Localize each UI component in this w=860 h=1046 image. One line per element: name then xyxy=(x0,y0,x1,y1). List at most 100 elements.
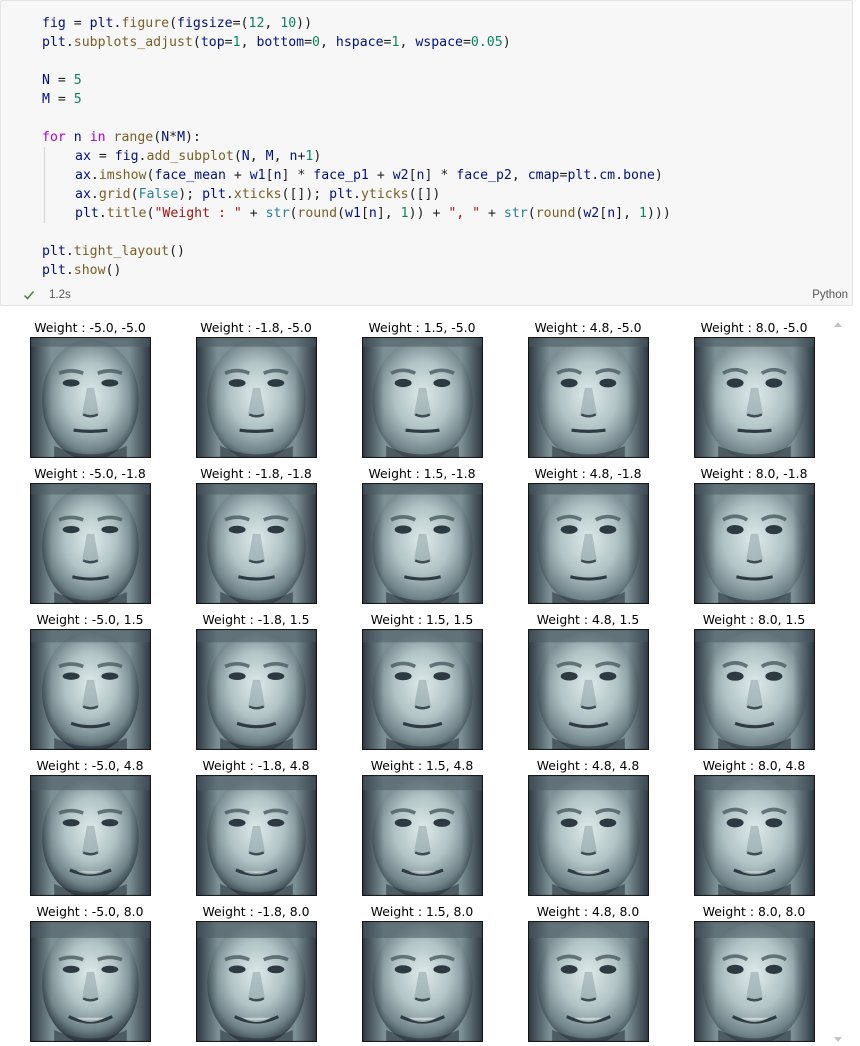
indent-guide xyxy=(44,185,75,204)
code-token: yticks xyxy=(360,187,409,202)
subplot-title: Weight : -5.0, -1.8 xyxy=(34,466,146,481)
face-image xyxy=(196,775,317,896)
code-token: plt xyxy=(75,206,99,221)
subplot-title: Weight : 4.8, -1.8 xyxy=(534,466,642,481)
face-image xyxy=(694,629,815,750)
face-subplot: Weight : -1.8, -5.0 xyxy=(196,307,356,458)
face-subplot: Weight : -5.0, 4.8 xyxy=(30,745,190,896)
indent-guide xyxy=(44,166,75,185)
code-token: grid xyxy=(98,187,131,202)
face-subplot: Weight : 4.8, 1.5 xyxy=(528,599,688,750)
code-token: = xyxy=(90,149,115,164)
code-token: ( xyxy=(169,16,178,31)
code-token: , xyxy=(240,35,257,50)
check-icon xyxy=(23,291,35,300)
code-line: ax.imshow(face_mean + w1[n] * face_p1 + … xyxy=(42,166,671,185)
subplot-title: Weight : -5.0, 8.0 xyxy=(36,904,144,919)
code-token: ) xyxy=(502,35,511,50)
subplot-title: Weight : 1.5, 8.0 xyxy=(370,904,474,919)
code-token: . xyxy=(615,168,624,183)
code-line: plt.subplots_adjust(top=1, bottom=0, hsp… xyxy=(42,33,671,52)
code-token: str xyxy=(503,206,528,221)
code-token: ): xyxy=(185,130,201,145)
code-token: wspace xyxy=(415,35,463,50)
code-token: fig xyxy=(114,149,139,164)
code-token: 0 xyxy=(312,35,320,50)
face-image xyxy=(694,337,815,458)
code-token: + xyxy=(241,206,266,221)
code-token: 12 xyxy=(248,16,265,31)
code-token: [ xyxy=(408,168,417,183)
code-token: bone xyxy=(623,168,655,183)
code-token: . xyxy=(90,187,99,202)
face-subplot: Weight : 8.0, 1.5 xyxy=(694,599,854,750)
code-token: , xyxy=(264,16,281,31)
code-line: ax = fig.add_subplot(N, M, n+1) xyxy=(42,147,671,166)
face-subplot: Weight : 1.5, 4.8 xyxy=(362,745,522,896)
code-token: cmap xyxy=(527,168,560,183)
face-image xyxy=(30,337,151,458)
code-token: plt xyxy=(89,16,114,31)
face-subplot: Weight : 1.5, 1.5 xyxy=(362,599,522,750)
code-token: , xyxy=(399,35,416,50)
face-image xyxy=(30,629,151,750)
face-subplot: Weight : 1.5, -5.0 xyxy=(362,307,522,458)
code-token: n xyxy=(368,206,377,221)
execution-time: 1.2s xyxy=(49,289,71,301)
code-token: str xyxy=(265,206,290,221)
code-token: n xyxy=(416,168,425,183)
code-token: plt xyxy=(329,187,353,202)
code-token: w1 xyxy=(345,206,361,221)
code-token: for xyxy=(42,130,66,145)
face-image xyxy=(362,775,483,896)
subplot-title: Weight : 8.0, -1.8 xyxy=(700,466,808,481)
code-line: N = 5 xyxy=(42,71,671,90)
code-token: bottom xyxy=(256,35,305,50)
face-subplot: Weight : 8.0, -5.0 xyxy=(694,307,854,458)
face-subplot: Weight : -5.0, -1.8 xyxy=(30,453,190,604)
face-image xyxy=(362,483,483,604)
indent-guide xyxy=(44,147,75,166)
code-line: ax.grid(False); plt.xticks([]); plt.ytic… xyxy=(42,185,671,204)
code-token: "Weight : " xyxy=(154,206,242,221)
code-token: =( xyxy=(232,16,249,31)
subplot-title: Weight : 4.8, -5.0 xyxy=(534,320,642,335)
code-token: . xyxy=(98,206,107,221)
code-token: M xyxy=(265,149,274,164)
code-token: ( xyxy=(337,206,346,221)
code-token: ([]); xyxy=(281,187,330,202)
code-token: cm xyxy=(599,168,616,183)
code-token: plt xyxy=(42,244,66,259)
code-token: ( xyxy=(233,149,242,164)
subplot-title: Weight : 8.0, 1.5 xyxy=(702,612,806,627)
face-image xyxy=(196,483,317,604)
subplot-title: Weight : 4.8, 8.0 xyxy=(536,904,640,919)
face-image xyxy=(694,775,815,896)
code-token: . xyxy=(65,263,74,278)
code-token: figure xyxy=(121,16,170,31)
code-token: title xyxy=(106,206,147,221)
code-token: ( xyxy=(527,206,536,221)
code-cell[interactable]: fig = plt.figure(figsize=(12, 10)) plt.su… xyxy=(0,0,853,306)
code-token: round xyxy=(535,206,576,221)
code-token: , xyxy=(511,168,528,183)
scroll-down-arrow-icon[interactable] xyxy=(834,1037,842,1043)
face-subplot: Weight : 4.8, -5.0 xyxy=(528,307,688,458)
code-editor[interactable]: fig = plt.figure(figsize=(12, 10)) plt.su… xyxy=(42,14,671,280)
code-token: . xyxy=(352,187,361,202)
code-token: M xyxy=(42,92,50,107)
scroll-up-arrow-icon[interactable] xyxy=(834,321,842,327)
subplot-title: Weight : -1.8, -5.0 xyxy=(200,320,312,335)
code-token: round xyxy=(297,206,338,221)
kernel-language-label[interactable]: Python xyxy=(812,289,848,301)
code-token: + xyxy=(368,168,393,183)
code-token: ], xyxy=(615,206,639,221)
code-token: . xyxy=(138,149,147,164)
code-token: w2 xyxy=(392,168,409,183)
face-subplot: Weight : 8.0, 8.0 xyxy=(694,891,854,1042)
code-token: face_mean xyxy=(154,168,226,183)
code-token: () xyxy=(105,263,122,278)
code-token: ); xyxy=(178,187,203,202)
code-line: plt.show() xyxy=(42,261,671,280)
